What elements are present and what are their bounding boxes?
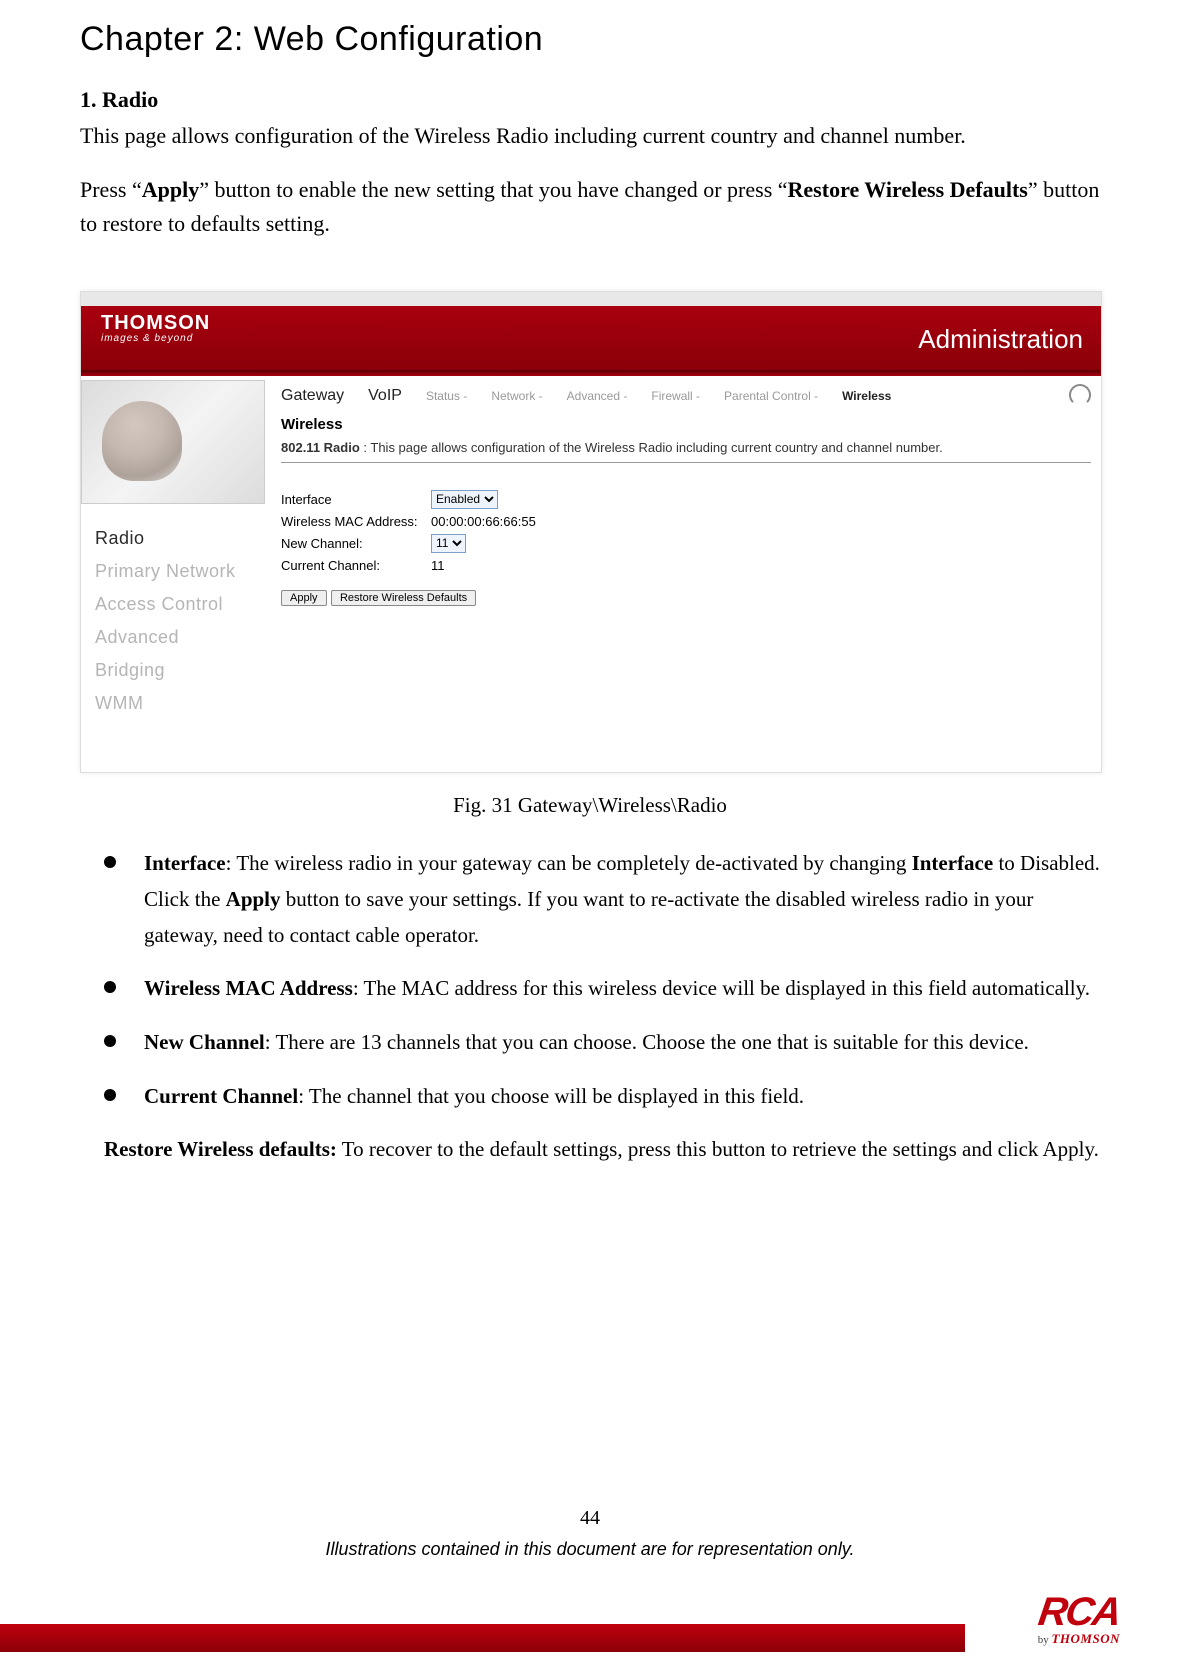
- footer-bar: RCA by THOMSON: [0, 1578, 1180, 1666]
- sidebar-item-bridging[interactable]: Bridging: [95, 654, 265, 687]
- subtab-status[interactable]: Status -: [426, 389, 467, 403]
- label-mac: Wireless MAC Address:: [281, 514, 431, 529]
- logo-tagline: images & beyond: [101, 333, 266, 344]
- logo-text: THOMSON: [101, 312, 266, 335]
- restore-defaults-bold: Restore Wireless Defaults: [788, 177, 1028, 202]
- horizontal-rule: [281, 462, 1091, 463]
- text-bold: Apply: [226, 887, 281, 911]
- subtab-advanced[interactable]: Advanced -: [567, 389, 628, 403]
- sidebar-item-wmm[interactable]: WMM: [95, 687, 265, 720]
- footer-disclaimer: Illustrations contained in this document…: [0, 1539, 1180, 1560]
- page-title-administration: Administration: [918, 324, 1083, 355]
- rca-logo-text: RCA: [1035, 1594, 1122, 1630]
- header-accent-line: [81, 370, 1101, 376]
- footer-red-stripe: [0, 1624, 965, 1652]
- sidebar-nav: Radio Primary Network Access Control Adv…: [95, 522, 265, 720]
- value-mac: 00:00:00:66:66:55: [431, 514, 536, 529]
- radio-settings-form: Interface Enabled Wireless MAC Address: …: [281, 488, 536, 576]
- tab-gateway[interactable]: Gateway: [281, 387, 344, 405]
- bullet-label: New Channel: [144, 1030, 265, 1054]
- apply-button[interactable]: Apply: [281, 590, 327, 606]
- section-press-paragraph: Press “Apply” button to enable the new s…: [80, 173, 1100, 241]
- text-fragment: ” button to enable the new setting that …: [199, 177, 787, 202]
- apply-bold: Apply: [142, 177, 199, 202]
- text-fragment: To recover to the default settings, pres…: [337, 1137, 1099, 1161]
- restore-defaults-paragraph: Restore Wireless defaults: To recover to…: [104, 1132, 1100, 1168]
- restore-label: Restore Wireless defaults:: [104, 1137, 337, 1161]
- sidebar-item-access-control[interactable]: Access Control: [95, 588, 265, 621]
- thomson-logo: THOMSON images & beyond: [101, 312, 266, 370]
- tab-voip[interactable]: VoIP: [368, 387, 402, 405]
- desc-label: 802.11 Radio: [281, 440, 360, 455]
- bullet-wireless-mac: Wireless MAC Address: The MAC address fo…: [104, 971, 1100, 1007]
- sidebar-item-advanced[interactable]: Advanced: [95, 621, 265, 654]
- bullet-current-channel: Current Channel: The channel that you ch…: [104, 1079, 1100, 1115]
- text-fragment: : There are 13 channels that you can cho…: [265, 1030, 1029, 1054]
- text-bold: Interface: [912, 851, 994, 875]
- subtab-firewall[interactable]: Firewall -: [651, 389, 700, 403]
- bullet-list: Interface: The wireless radio in your ga…: [104, 846, 1100, 1114]
- subtab-network[interactable]: Network -: [491, 389, 542, 403]
- bullet-interface: Interface: The wireless radio in your ga…: [104, 846, 1100, 953]
- bullet-label: Current Channel: [144, 1084, 298, 1108]
- label-interface: Interface: [281, 492, 431, 507]
- subtab-wireless[interactable]: Wireless: [842, 389, 891, 403]
- interface-select[interactable]: Enabled: [431, 490, 498, 509]
- bullet-label: Interface: [144, 851, 226, 875]
- label-new-channel: New Channel:: [281, 536, 431, 551]
- rca-logo: RCA by THOMSON: [1038, 1594, 1120, 1648]
- text-fragment: Press “: [80, 177, 142, 202]
- admin-ui-screenshot: THOMSON images & beyond Administration G…: [80, 291, 1102, 773]
- text-fragment: : The wireless radio in your gateway can…: [226, 851, 912, 875]
- figure-caption: Fig. 31 Gateway\Wireless\Radio: [80, 793, 1100, 818]
- logo-by: by: [1038, 1634, 1052, 1646]
- content-section-title: Wireless: [281, 416, 343, 433]
- section-heading-radio: 1. Radio: [80, 87, 1100, 113]
- sidebar-item-primary-network[interactable]: Primary Network: [95, 555, 265, 588]
- new-channel-select[interactable]: 11: [431, 534, 466, 553]
- text-fragment: : The MAC address for this wireless devi…: [353, 976, 1090, 1000]
- chapter-title: Chapter 2: Web Configuration: [80, 20, 1100, 59]
- label-current-channel: Current Channel:: [281, 558, 431, 573]
- sidebar-photo: [81, 380, 265, 504]
- restore-wireless-defaults-button[interactable]: Restore Wireless Defaults: [331, 590, 476, 606]
- subtab-parental-control[interactable]: Parental Control -: [724, 389, 818, 403]
- page-number: 44: [0, 1507, 1180, 1530]
- bullet-label: Wireless MAC Address: [144, 976, 353, 1000]
- desc-sep: :: [360, 440, 371, 455]
- bullet-new-channel: New Channel: There are 13 channels that …: [104, 1025, 1100, 1061]
- section-intro: This page allows configuration of the Wi…: [80, 119, 1100, 153]
- sidebar-item-radio[interactable]: Radio: [95, 522, 265, 555]
- text-fragment: : The channel that you choose will be di…: [298, 1084, 804, 1108]
- desc-text: This page allows configuration of the Wi…: [370, 440, 942, 455]
- content-section-description: 802.11 Radio : This page allows configur…: [281, 440, 1091, 455]
- top-nav: Gateway VoIP Status - Network - Advanced…: [281, 380, 1101, 412]
- value-current-channel: 11: [431, 558, 445, 573]
